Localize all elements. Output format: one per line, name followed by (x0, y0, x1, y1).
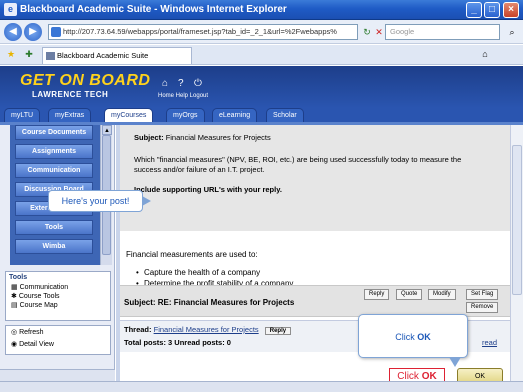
remove-button[interactable]: Remove (466, 302, 499, 313)
page-icon (51, 27, 61, 37)
quote-button[interactable]: Quote (396, 289, 423, 300)
logout-icon[interactable]: ⏻ (194, 78, 202, 89)
browser-tab[interactable]: Blackboard Academic Suite (42, 47, 192, 64)
reply-intro: Financial measurements are used to: (126, 250, 258, 259)
tools-title: Tools (9, 274, 28, 281)
instruction-text: Include supporting URL's with your reply… (134, 185, 282, 194)
thread-line: Thread: Financial Measures for Projects … (124, 325, 292, 336)
logo-title: GET ON BOARD (20, 72, 151, 89)
close-button[interactable]: × (503, 2, 519, 18)
tab-myltu[interactable]: myLTU (4, 108, 41, 123)
stop-icon[interactable]: ✕ (372, 25, 386, 39)
reply-subject: Subject: RE: Financial Measures for Proj… (124, 298, 295, 307)
header-links[interactable]: Home Help Logout (158, 93, 208, 99)
main-scrollbar[interactable] (510, 125, 523, 381)
tool-course-tools-label: Course Tools (18, 293, 60, 300)
search-icon[interactable]: ⌕ (505, 25, 519, 39)
menu-wimba[interactable]: Wimba (15, 239, 93, 254)
refresh-box: ◎ Refresh ◉ Detail View (5, 325, 111, 355)
address-bar: ◀ ▶ http://207.73.64.59/webapps/portal/f… (0, 20, 523, 44)
course-tabs: myLTU myExtras myCourses myOrgs eLearnin… (0, 108, 523, 124)
subject-label: Subject: (134, 133, 164, 142)
click-ok-callout: Click OK (358, 314, 468, 367)
tab-myorgs[interactable]: myOrgs (166, 108, 205, 123)
post-subject: Subject: Financial Measures for Projects (134, 133, 271, 143)
refresh-label: Refresh (19, 329, 44, 336)
subject-value: Financial Measures for Projects (165, 133, 271, 142)
course-sidebar: Course Documents Assignments Communicati… (0, 125, 115, 381)
search-input[interactable]: Google (385, 24, 500, 40)
url-text: http://207.73.64.59/webapps/portal/frame… (63, 27, 337, 36)
tool-course-map-label: Course Map (19, 302, 58, 309)
back-button[interactable]: ◀ (4, 23, 22, 41)
detail-view-link[interactable]: ◉ Detail View (6, 338, 110, 350)
reply-subject-bar: Subject: RE: Financial Measures for Proj… (120, 285, 510, 317)
post-callout: Here's your post! (48, 190, 151, 212)
window-title: Blackboard Academic Suite - Windows Inte… (20, 4, 287, 15)
browser-tab-label: Blackboard Academic Suite (57, 51, 149, 60)
home-icon[interactable]: ⌂ (478, 47, 492, 61)
menu-communication[interactable]: Communication (15, 163, 93, 178)
bb-header: GET ON BOARD LAWRENCE TECH ⌂ ? ⏻ Home He… (0, 66, 523, 108)
menu-course-documents[interactable]: Course Documents (15, 125, 93, 140)
thread-link[interactable]: Financial Measures for Projects (154, 325, 259, 334)
click-ok-prefix: Click (395, 332, 418, 342)
modify-button[interactable]: Modify (428, 289, 456, 300)
thread-reply-button[interactable]: Reply (264, 327, 292, 335)
question-line-2: success and/or failure of an I.T. projec… (134, 165, 265, 174)
minimize-button[interactable]: _ (466, 2, 482, 18)
question-line-1: Which "financial measures" (NPV, BE, ROI… (134, 155, 462, 164)
add-favorites-icon[interactable]: ✚ (22, 47, 36, 61)
menu-tools[interactable]: Tools (15, 220, 93, 235)
sidebar-horizontal-scrollbar[interactable] (0, 369, 115, 381)
forward-button[interactable]: ▶ (24, 23, 42, 41)
tools-box: Tools ▦ Communication ✱ Course Tools ▤ C… (5, 271, 111, 321)
url-field[interactable]: http://207.73.64.59/webapps/portal/frame… (48, 24, 358, 40)
tool-course-tools[interactable]: ✱ Course Tools (6, 292, 110, 301)
click-ok-bold: OK (417, 332, 431, 342)
help-icon[interactable]: ? (178, 78, 184, 89)
ie-icon: e (4, 3, 17, 16)
tool-communication[interactable]: ▦ Communication (6, 283, 110, 292)
refresh-link[interactable]: ◎ Refresh (6, 326, 110, 338)
original-post: Subject: Financial Measures for Projects… (120, 125, 510, 231)
logo-subtitle: LAWRENCE TECH (32, 90, 109, 99)
tool-course-map[interactable]: ▤ Course Map (6, 301, 110, 310)
bullet-item: Capture the health of a company (136, 268, 260, 277)
scroll-up-icon[interactable]: ▲ (102, 125, 112, 135)
window-title-bar: e Blackboard Academic Suite - Windows In… (0, 0, 523, 20)
main-scroll-thumb[interactable] (512, 145, 522, 295)
read-link[interactable]: read (482, 338, 497, 347)
home-icon[interactable]: ⌂ (162, 78, 168, 89)
tab-myextras[interactable]: myExtras (48, 108, 92, 123)
reply-button[interactable]: Reply (364, 289, 390, 300)
tool-communication-label: Communication (19, 284, 69, 291)
bottom-scrollbar[interactable] (0, 381, 523, 392)
thread-label: Thread: (124, 325, 152, 334)
favorites-star-icon[interactable]: ★ (4, 47, 18, 61)
tab-scholar[interactable]: Scholar (266, 108, 304, 123)
menu-assignments[interactable]: Assignments (15, 144, 93, 159)
maximize-button[interactable]: □ (484, 2, 500, 18)
set-flag-button[interactable]: Set Flag (466, 289, 499, 300)
browser-tab-bar: ★ ✚ Blackboard Academic Suite ⌂ (0, 45, 523, 65)
detail-view-label: Detail View (19, 341, 54, 348)
thread-stats: Total posts: 3 Unread posts: 0 (124, 338, 231, 347)
tab-elearning[interactable]: eLearning (212, 108, 258, 123)
tab-favicon (46, 52, 55, 60)
